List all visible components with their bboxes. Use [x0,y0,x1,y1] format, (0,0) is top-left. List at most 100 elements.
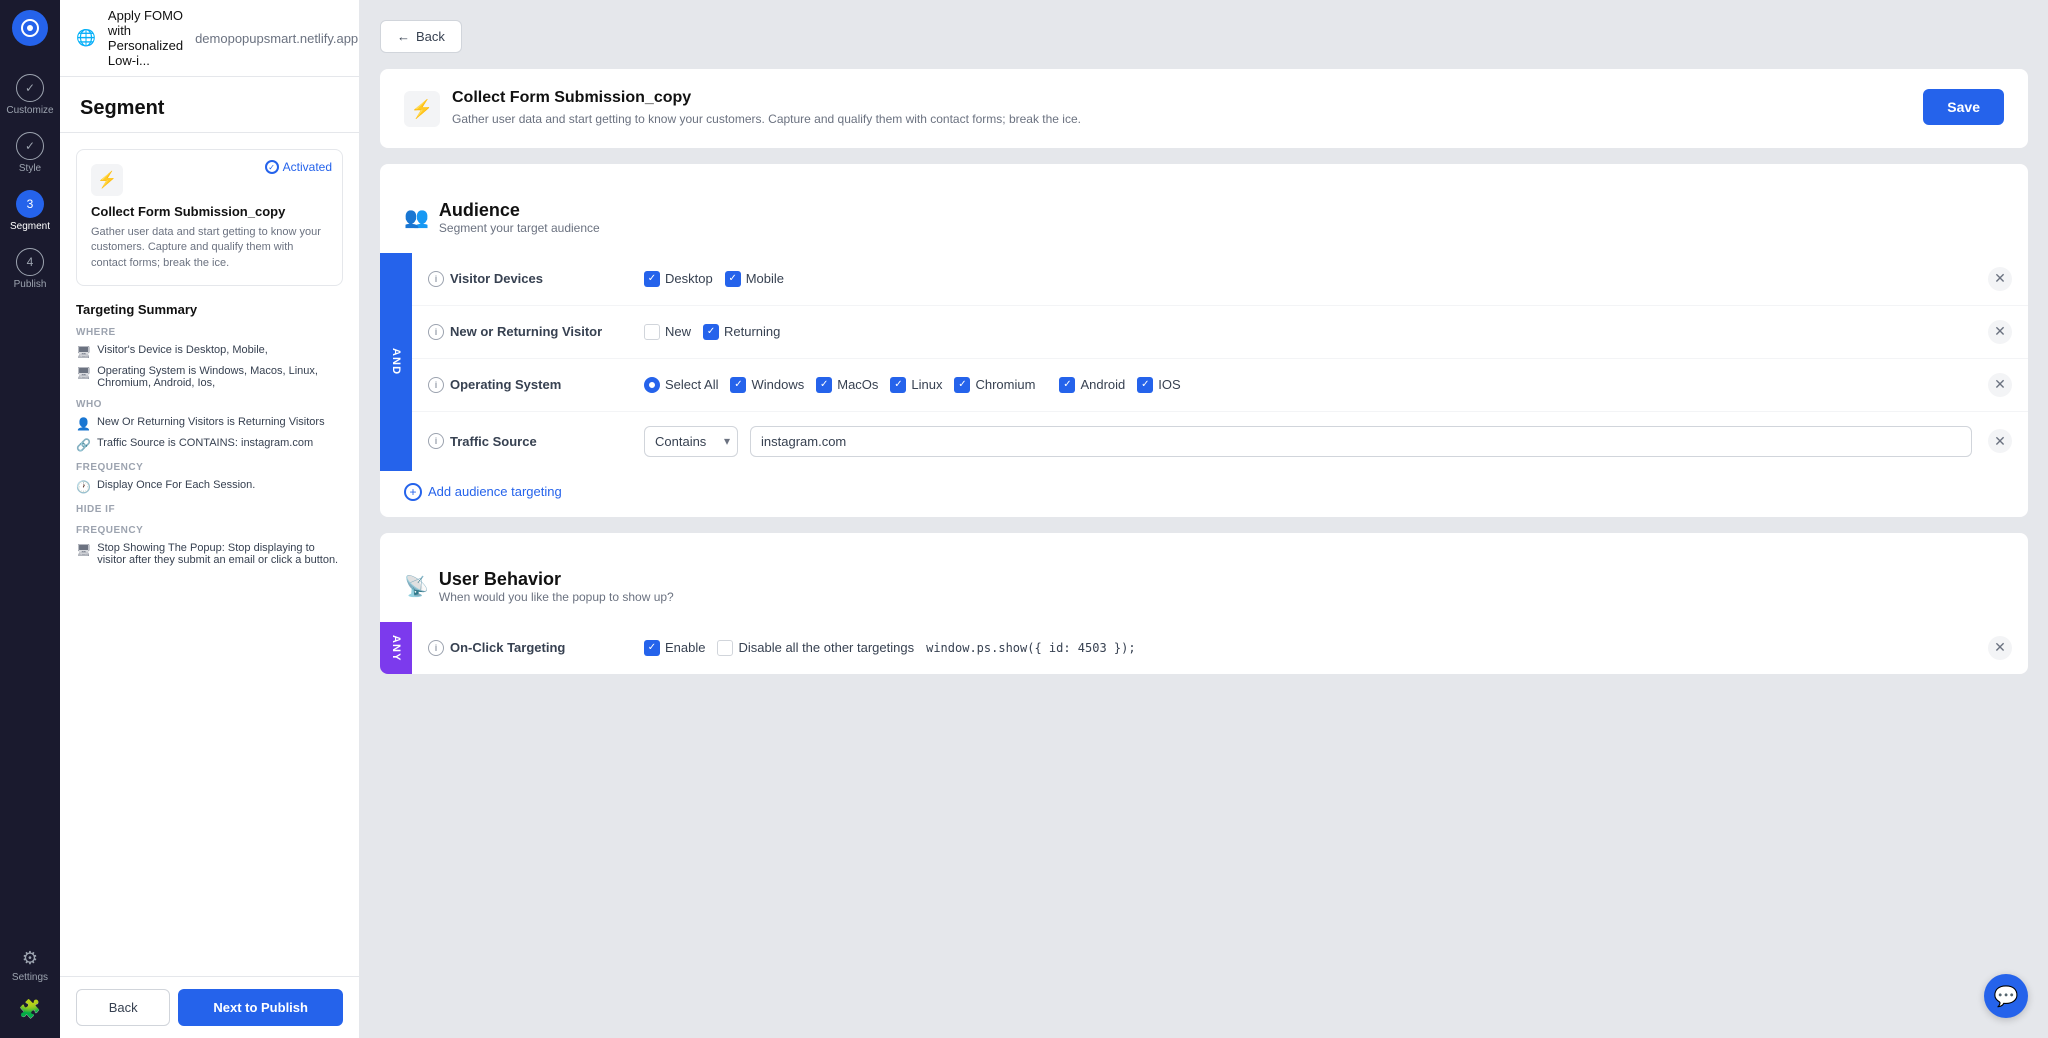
visitor-text: New Or Returning Visitors is Returning V… [97,416,325,428]
customize-label: Customize [6,105,53,116]
new-checkbox[interactable] [644,324,660,340]
on-click-targeting-row: i On-Click Targeting ✓ Enable Disable al… [412,622,2028,674]
visitor-devices-remove-button[interactable]: ✕ [1988,267,2012,291]
chromium-checkbox[interactable]: ✓ [954,377,970,393]
macos-label: MacOs [837,377,878,392]
macos-option[interactable]: ✓ MacOs [816,377,878,393]
targeting-rows: AND i Visitor Devices ✓ Desktop ✓ [380,253,2028,471]
activated-badge: ✓ Activated [265,160,332,174]
sidebar-item-style[interactable]: ✓ Style [0,124,60,182]
user-behavior-section: 📡 User Behavior When would you like the … [380,533,2028,674]
puzzle-icon: 🧩 [19,999,41,1020]
android-option[interactable]: ✓ Android [1059,377,1125,393]
customize-icon: ✓ [16,74,44,102]
enable-checkbox[interactable]: ✓ [644,640,660,656]
activated-dot: ✓ [265,160,279,174]
on-click-info-icon[interactable]: i [428,640,444,656]
ios-checkbox[interactable]: ✓ [1137,377,1153,393]
settings-icon: ⚙ [22,948,38,969]
linux-checkbox[interactable]: ✓ [890,377,906,393]
new-option[interactable]: New [644,324,691,340]
select-all-radio[interactable] [644,377,660,393]
traffic-info-icon[interactable]: i [428,433,444,449]
hide-if-label: Hide if [76,504,343,515]
windows-checkbox[interactable]: ✓ [730,377,746,393]
app-logo[interactable] [12,10,48,46]
desktop-label: Desktop [665,271,713,286]
traffic-source-remove-button[interactable]: ✕ [1988,429,2012,453]
ios-option[interactable]: ✓ IOS [1137,377,1180,393]
ios-label: IOS [1158,377,1180,392]
any-bar: ANY [380,622,412,674]
desktop-option[interactable]: ✓ Desktop [644,271,713,287]
back-arrow-icon: ← [397,29,410,44]
os-info-icon[interactable]: i [428,377,444,393]
hide-text: Stop Showing The Popup: Stop displaying … [97,542,343,566]
new-returning-remove-button[interactable]: ✕ [1988,320,2012,344]
mobile-checkbox[interactable]: ✓ [725,271,741,287]
returning-option[interactable]: ✓ Returning [703,324,780,340]
content-card-icon: ⚡ [404,91,440,127]
hide-icon: 🖥 [76,543,91,557]
publish-icon: 4 [16,248,44,276]
frequency-text: Display Once For Each Session. [97,479,255,491]
campaign-card: ✓ Activated ⚡ Collect Form Submission_co… [76,149,343,286]
visitor-devices-info-icon[interactable]: i [428,271,444,287]
sidebar-item-settings[interactable]: ⚙ Settings [0,940,60,991]
where-label: WHERE [76,327,343,338]
os-icon: 🖥 [76,366,91,380]
os-remove-button[interactable]: ✕ [1988,373,2012,397]
behavior-rows: ANY i On-Click Targeting ✓ Enable [380,622,2028,674]
mobile-option[interactable]: ✓ Mobile [725,271,784,287]
select-all-option[interactable]: Select All [644,377,718,393]
and-bar: AND [380,253,412,471]
new-returning-text: New or Returning Visitor [450,324,602,339]
new-returning-label: i New or Returning Visitor [428,324,628,340]
disable-label: Disable all the other targetings [738,640,914,655]
traffic-source-input[interactable] [750,426,1972,457]
operating-system-row: i Operating System Select All ✓ Windows [412,359,2028,412]
disable-option[interactable]: Disable all the other targetings [717,640,914,656]
on-click-options: ✓ Enable Disable all the other targeting… [644,640,1972,656]
save-button[interactable]: Save [1923,89,2004,125]
behavior-title-text: User Behavior When would you like the po… [439,569,674,604]
audience-title-text: Audience Segment your target audience [439,200,600,235]
linux-option[interactable]: ✓ Linux [890,377,942,393]
sidebar-item-puzzle[interactable]: 🧩 [0,991,60,1028]
enable-option[interactable]: ✓ Enable [644,640,705,656]
content-card-left: ⚡ Collect Form Submission_copy Gather us… [404,89,1081,128]
behavior-icon: 📡 [404,574,429,599]
chat-button[interactable]: 💬 [1984,974,2028,1018]
back-button-main[interactable]: ← Back [380,20,462,53]
chat-icon: 💬 [1994,984,2019,1009]
windows-option[interactable]: ✓ Windows [730,377,804,393]
next-to-publish-button[interactable]: Next to Publish [178,989,343,1026]
desktop-checkbox[interactable]: ✓ [644,271,660,287]
segment-icon: 3 [16,190,44,218]
windows-label: Windows [751,377,804,392]
campaign-title: Collect Form Submission_copy [91,204,328,219]
sidebar-item-customize[interactable]: ✓ Customize [0,66,60,124]
chromium-option[interactable]: ✓ Chromium [954,377,1035,393]
traffic-source-label: i Traffic Source [428,433,628,449]
macos-checkbox[interactable]: ✓ [816,377,832,393]
add-audience-targeting-button[interactable]: + Add audience targeting [380,471,586,517]
android-checkbox[interactable]: ✓ [1059,377,1075,393]
new-returning-info-icon[interactable]: i [428,324,444,340]
audience-title: Audience [439,200,600,221]
behavior-title: User Behavior [439,569,674,590]
returning-checkbox[interactable]: ✓ [703,324,719,340]
behavior-rows-content: i On-Click Targeting ✓ Enable Disable al… [412,622,2028,674]
disable-checkbox[interactable] [717,640,733,656]
android-label: Android [1080,377,1125,392]
back-button-sidebar[interactable]: Back [76,989,170,1026]
sidebar-item-segment[interactable]: 3 Segment [0,182,60,240]
contains-select[interactable]: Contains [644,426,738,457]
content-card-description: Gather user data and start getting to kn… [452,111,1081,128]
visitor-devices-options: ✓ Desktop ✓ Mobile [644,271,1972,287]
sidebar-item-publish[interactable]: 4 Publish [0,240,60,298]
visitor-devices-row: i Visitor Devices ✓ Desktop ✓ Mobile [412,253,2028,306]
device-icon: 🖥 [76,345,91,359]
audience-icon: 👥 [404,205,429,230]
on-click-remove-button[interactable]: ✕ [1988,636,2012,660]
